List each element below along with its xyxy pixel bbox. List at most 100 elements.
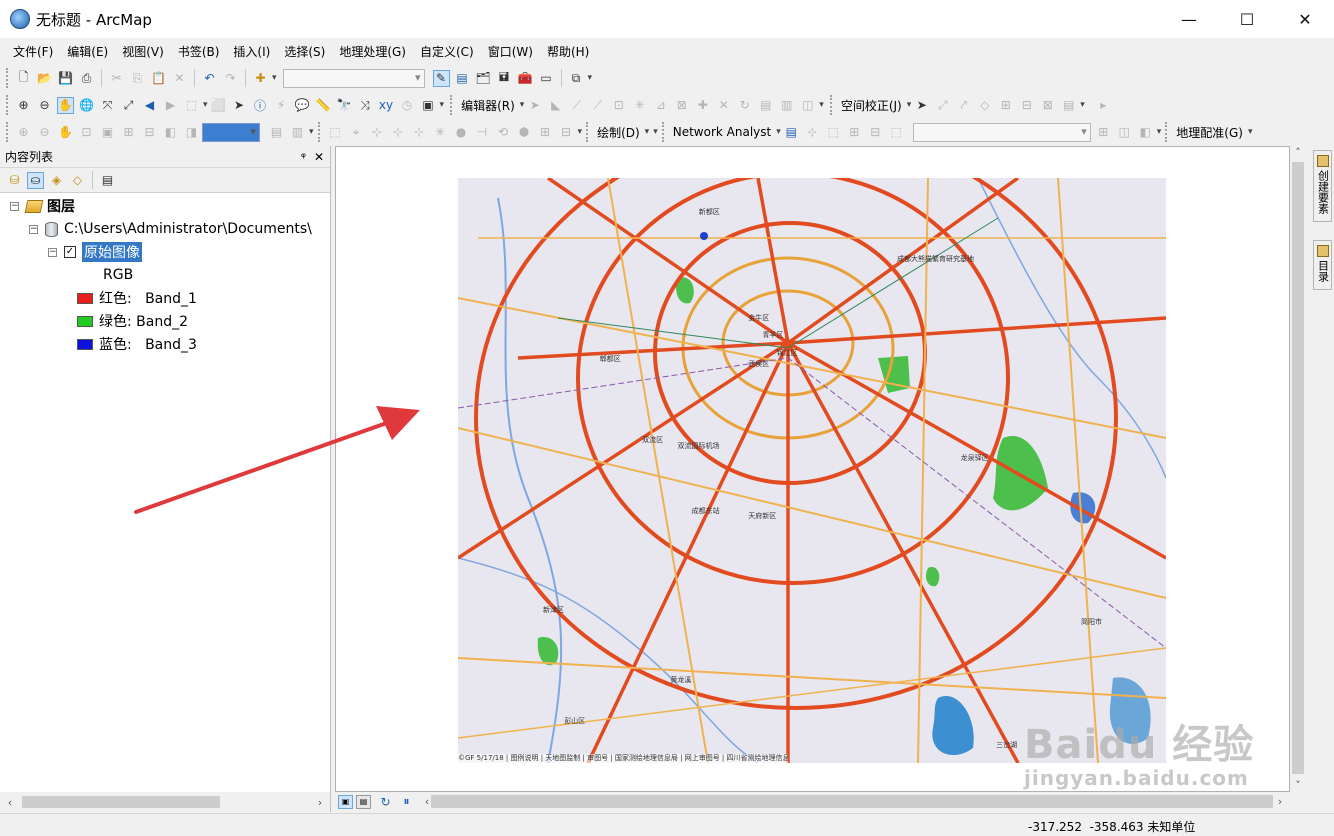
network-solve-icon[interactable]: ⊞ (846, 124, 863, 141)
print-icon[interactable]: ⎙ (78, 70, 95, 87)
network-select-icon[interactable]: ⬚ (825, 124, 842, 141)
raster-layer-label[interactable]: 原始图像 (82, 242, 142, 262)
pin-icon[interactable]: ᵠ (301, 150, 306, 164)
menu-bookmarks[interactable]: 书签(B) (171, 43, 227, 60)
create-features-icon[interactable]: ▥ (778, 97, 795, 114)
identify-icon[interactable]: ⓘ (252, 97, 269, 114)
trace-icon[interactable]: ⟋ (589, 97, 606, 114)
redo-icon[interactable]: ↷ (222, 70, 239, 87)
scroll-left-icon[interactable]: ‹ (0, 796, 20, 809)
georeferencing-layer-combo[interactable] (912, 122, 1091, 142)
toolbar-options-dropdown[interactable]: ▾ (588, 73, 593, 83)
go-to-xy-icon[interactable]: xy (378, 97, 395, 114)
focus-data-frame-icon[interactable]: ▥ (289, 124, 306, 141)
new-limited-adjustment-icon[interactable]: ⊟ (1018, 97, 1035, 114)
edit-tool-icon[interactable]: ➤ (526, 97, 543, 114)
toolbar-options-dropdown[interactable]: ▾ (440, 100, 445, 110)
topology-node-icon[interactable]: ⊹ (390, 124, 407, 141)
scroll-down-icon[interactable]: ˅ (1290, 779, 1306, 792)
table-of-contents-icon[interactable]: ▤ (454, 70, 471, 87)
toolbar-options-dropdown[interactable]: ▾ (309, 127, 314, 137)
topology-edit-icon[interactable]: ⬚ (327, 124, 344, 141)
model-builder-icon[interactable]: ⧉ (568, 70, 585, 87)
open-folder-icon[interactable]: 📂 (36, 70, 53, 87)
edit-tool-options-icon[interactable]: ◫ (799, 97, 816, 114)
go-back-extent-icon[interactable]: ◧ (162, 124, 179, 141)
topology-error-icon[interactable]: ⊣ (474, 124, 491, 141)
editor-menu[interactable]: 编辑器(R) (457, 97, 519, 114)
toggle-draft-mode-icon[interactable]: ▤ (268, 124, 285, 141)
spatial-adjustment-menu[interactable]: 空间校正(J) (837, 97, 906, 114)
minimize-button[interactable]: — (1160, 0, 1218, 38)
view-link-table-icon[interactable]: ▤ (1060, 97, 1077, 114)
toc-options-icon[interactable]: ▤ (99, 172, 116, 189)
menu-file[interactable]: 文件(F) (6, 43, 60, 60)
layout-view-button[interactable]: ▤ (356, 794, 371, 809)
edit-vertices-icon[interactable]: ✳ (631, 97, 648, 114)
draw-menu[interactable]: 绘制(D) (593, 124, 644, 141)
edit-annotation-icon[interactable]: ◣ (547, 97, 564, 114)
attributes-icon[interactable]: ↻ (736, 97, 753, 114)
menu-selection[interactable]: 选择(S) (277, 43, 332, 60)
scroll-right-icon[interactable]: › (1270, 795, 1290, 808)
layout-pan-icon[interactable]: ✋ (57, 124, 74, 141)
menu-geoprocessing[interactable]: 地理处理(G) (332, 43, 413, 60)
editor-toolbar-icon[interactable]: ✎ (432, 69, 450, 87)
toolbar-grip[interactable] (6, 122, 10, 142)
select-elements-icon[interactable]: ➤ (231, 97, 248, 114)
modify-link-icon[interactable]: ⤤ (955, 97, 972, 114)
split-icon[interactable]: ✚ (694, 97, 711, 114)
layer-visibility-checkbox[interactable]: ✓ (64, 246, 76, 258)
tree-node-raster-layer[interactable]: − ✓ 原始图像 (48, 241, 142, 263)
pan-hand-icon[interactable]: ✋ (57, 96, 74, 114)
topology-vertex-icon[interactable]: ⌖ (348, 124, 365, 141)
toolbar-options-dropdown[interactable]: ▾ (1080, 100, 1085, 110)
clear-selection-icon[interactable]: ⬜ (210, 97, 227, 114)
georeferencing-menu[interactable]: 地理配准(G) (1172, 124, 1247, 141)
multiple-displacement-icon[interactable]: ◇ (976, 97, 993, 114)
menu-windows[interactable]: 窗口(W) (481, 43, 540, 60)
create-features-tab[interactable]: 创建要素 (1313, 150, 1332, 222)
copy-icon[interactable]: ⎘ (129, 70, 146, 87)
maximize-button[interactable]: ☐ (1218, 0, 1276, 38)
topology-edge-icon[interactable]: ⊹ (369, 124, 386, 141)
map-display[interactable]: 郫都区 成都大熊猫繁育研究基地 金牛区 青羊区 锦江区 武侯区 成都东站 双流区 龙泉驿区 天府新… (335, 146, 1290, 792)
map-vertical-scrollbar[interactable]: ˄ ˅ (1290, 146, 1306, 792)
go-forward-extent-icon[interactable]: ◨ (183, 124, 200, 141)
toolbar-grip[interactable] (6, 68, 10, 88)
toolbar-options-dropdown[interactable]: ▾ (1157, 127, 1162, 137)
find-binoculars-icon[interactable]: 🔭 (336, 97, 353, 114)
refresh-icon[interactable]: ↻ (377, 793, 394, 810)
chengdu-map-raster[interactable]: 郫都区 成都大熊猫繁育研究基地 金牛区 青羊区 锦江区 武侯区 成都东站 双流区 龙泉驿区 天府新… (458, 178, 1166, 763)
fixed-zoom-in-icon[interactable]: ⤧ (99, 97, 116, 114)
topology-shared-icon[interactable]: ⬢ (516, 124, 533, 141)
menu-view[interactable]: 视图(V) (115, 43, 171, 60)
fixed-zoom-out-icon[interactable]: ⊟ (141, 124, 158, 141)
zoom-out-center-icon[interactable]: ⊖ (36, 124, 53, 141)
toolbar-grip[interactable] (1165, 122, 1169, 142)
list-by-visibility-icon[interactable]: ◈ (48, 172, 65, 189)
catalog-tab[interactable]: 目录 (1313, 240, 1332, 290)
paste-icon[interactable]: 📋 (150, 70, 167, 87)
close-button[interactable]: ✕ (1276, 0, 1334, 38)
collapse-icon[interactable]: − (29, 224, 38, 234)
network-create-location-icon[interactable]: ⊹ (804, 124, 821, 141)
zoom-in-icon[interactable]: ⊕ (15, 97, 32, 114)
network-analyst-dropdown[interactable]: ▾ (776, 127, 781, 137)
network-analyst-menu[interactable]: Network Analyst (669, 125, 775, 139)
time-slider-icon[interactable]: ◷ (399, 97, 416, 114)
network-build-icon[interactable]: ⬚ (888, 124, 905, 141)
topology-validate-icon[interactable]: ⊹ (411, 124, 428, 141)
toolbar-options-dropdown[interactable]: ▾ (819, 100, 824, 110)
catalog-window-icon[interactable]: 🗂 (475, 70, 492, 87)
python-window-icon[interactable]: ▭ (538, 70, 555, 87)
menu-insert[interactable]: 插入(I) (226, 43, 277, 60)
toolbar-grip[interactable] (586, 122, 590, 142)
clear-links-icon[interactable]: ⊠ (1039, 97, 1056, 114)
list-by-source-icon[interactable]: ⛀ (27, 171, 44, 189)
editor-menu-dropdown[interactable]: ▾ (520, 100, 525, 110)
menu-help[interactable]: 帮助(H) (540, 43, 596, 60)
scale-input[interactable] (282, 68, 425, 88)
toolbar-grip[interactable] (6, 95, 10, 115)
straight-segment-icon[interactable]: ⟋ (568, 97, 585, 114)
